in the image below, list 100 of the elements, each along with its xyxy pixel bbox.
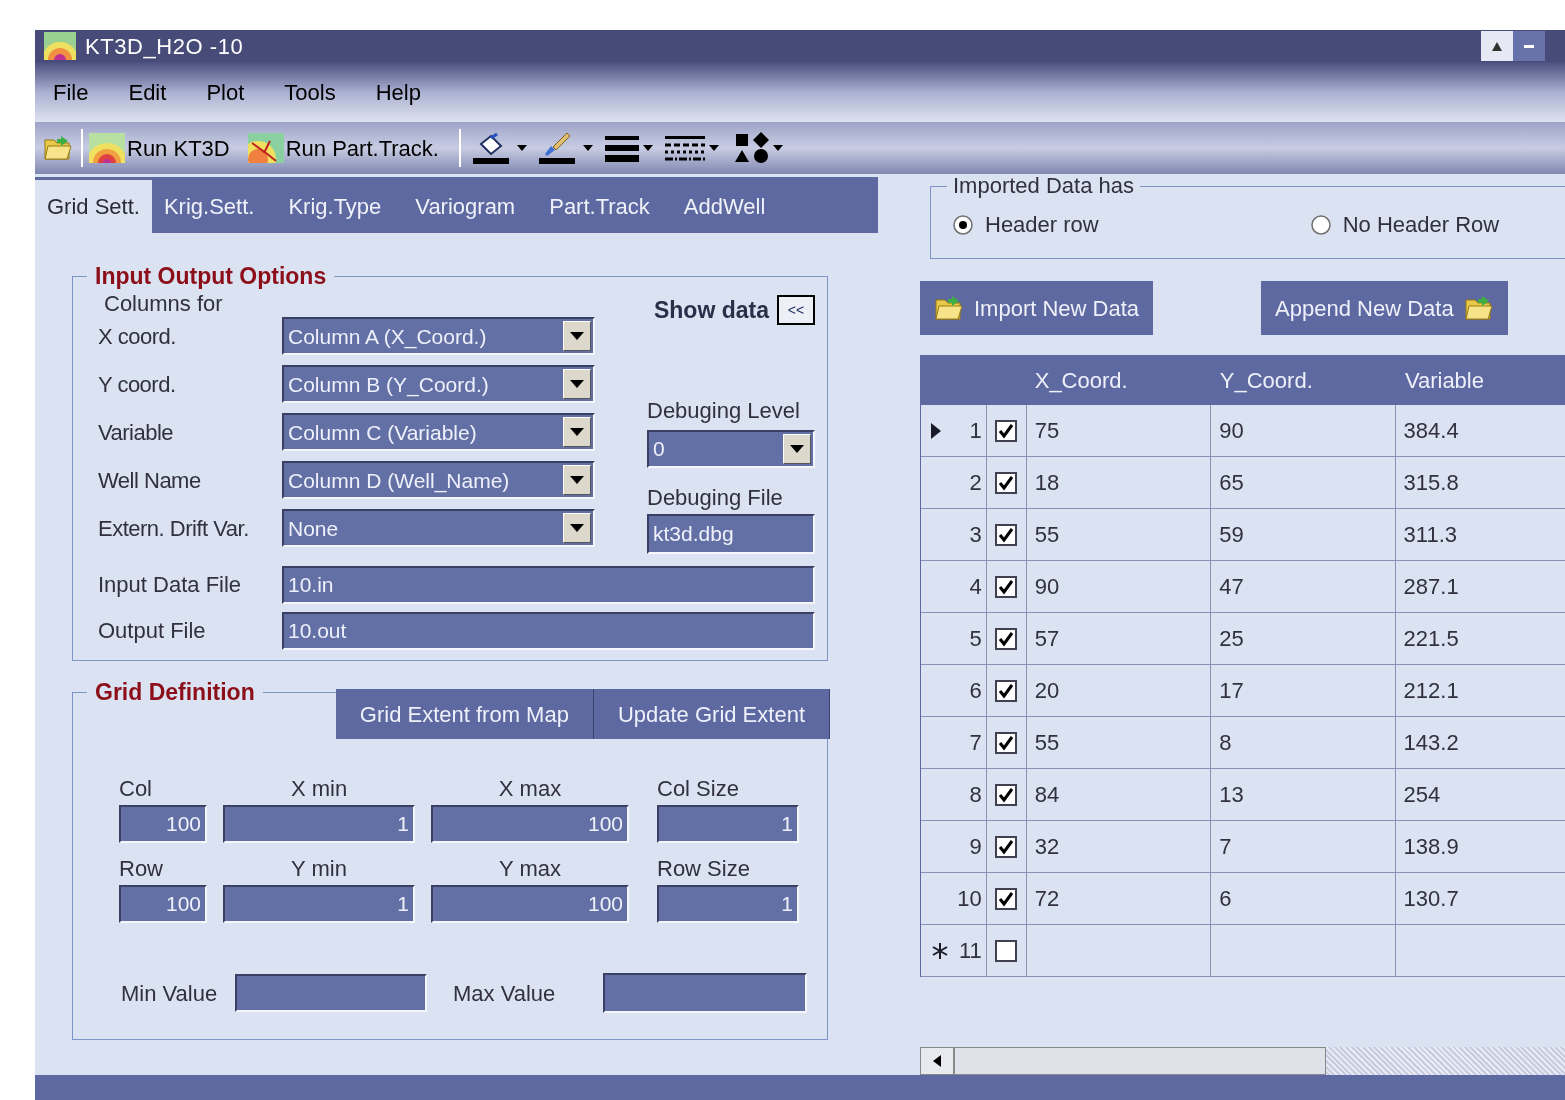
folder-icon <box>934 294 964 322</box>
dropdown-button[interactable] <box>563 465 591 495</box>
row-header[interactable]: 5 <box>921 613 987 664</box>
grid-value-field[interactable]: 1 <box>223 805 415 843</box>
grid-value-field[interactable]: 1 <box>223 885 415 923</box>
row-header[interactable]: 9 <box>921 821 987 872</box>
grid-value-field[interactable]: 100 <box>119 885 207 923</box>
column-dropdown[interactable]: None <box>282 509 595 547</box>
tab[interactable]: Krig.Sett. <box>151 180 267 233</box>
dropdown-button[interactable] <box>563 369 591 399</box>
grid-value-field[interactable]: 100 <box>119 805 207 843</box>
menu-item[interactable]: Help <box>375 75 421 109</box>
tab[interactable]: Grid Sett. <box>35 180 152 233</box>
min-value-field[interactable] <box>235 974 427 1012</box>
grid-extent-button[interactable]: Grid Extent from Map <box>335 689 594 739</box>
field-label: Col <box>119 775 152 803</box>
checkbox[interactable] <box>995 419 1018 442</box>
row-header[interactable]: 2 <box>921 457 987 508</box>
table-cell: 75 <box>1026 405 1212 456</box>
show-data-button[interactable]: << <box>777 295 815 326</box>
line-width-button[interactable] <box>604 133 653 163</box>
tab[interactable]: Krig.Type <box>276 180 394 233</box>
up-button[interactable] <box>1481 31 1513 61</box>
row-number: 11 <box>959 937 982 965</box>
row-header[interactable]: 6 <box>921 665 987 716</box>
table-cell: 143.2 <box>1395 717 1565 768</box>
row-number: 6 <box>969 677 982 705</box>
toolbar-button[interactable]: Run Part.Track. <box>247 131 439 165</box>
grid-extent-button[interactable]: Update Grid Extent <box>593 689 830 739</box>
scrollbar-thumb[interactable] <box>954 1047 1326 1075</box>
radio-button[interactable] <box>953 214 973 235</box>
open-button[interactable] <box>41 134 75 162</box>
file-field[interactable]: 10.out <box>282 611 815 650</box>
column-dropdown[interactable]: Column B (Y_Coord.) <box>282 365 595 403</box>
table-cell: 17 <box>1211 665 1396 716</box>
dropdown-button[interactable] <box>563 513 591 543</box>
row-header[interactable]: 4 <box>921 561 987 612</box>
table-cell: 55 <box>1026 509 1212 560</box>
field-label: Y min <box>291 855 347 883</box>
row-number: 7 <box>969 729 982 757</box>
radio-button[interactable] <box>1310 214 1331 235</box>
tab[interactable]: Part.Track <box>537 180 662 233</box>
row-number: 1 <box>969 417 982 445</box>
table-cell: 18 <box>1026 457 1212 508</box>
minimize-button[interactable] <box>1513 31 1545 61</box>
checkbox[interactable] <box>995 939 1018 962</box>
field-label: Output File <box>98 617 207 645</box>
marker-style-button[interactable] <box>734 132 783 164</box>
column-header[interactable]: Variable <box>1394 355 1565 405</box>
line-color-button[interactable] <box>538 130 593 166</box>
column-dropdown[interactable]: Column C (Variable) <box>282 413 595 451</box>
group-title: Imported Data has <box>947 174 1140 200</box>
checkbox[interactable] <box>995 523 1018 546</box>
line-style-button[interactable] <box>664 134 719 162</box>
field-label: Y max <box>499 855 561 883</box>
caret-icon <box>570 524 584 532</box>
checkbox[interactable] <box>995 783 1018 806</box>
grid-value-field[interactable]: 1 <box>657 885 799 923</box>
data-button[interactable]: Import New Data <box>920 281 1154 335</box>
column-header[interactable]: X_Coord. <box>1024 355 1210 405</box>
row-number: 10 <box>957 885 982 913</box>
tab[interactable]: AddWell <box>671 180 778 233</box>
grid-value-field[interactable]: 1 <box>657 805 799 843</box>
fill-color-button[interactable] <box>472 130 527 166</box>
table-cell: 20 <box>1026 665 1212 716</box>
row-header[interactable]: 1 <box>921 405 987 456</box>
debug-file-field[interactable]: kt3d.dbg <box>647 513 815 554</box>
dropdown-button[interactable] <box>563 321 591 351</box>
row-header[interactable]: 8 <box>921 769 987 820</box>
checkbox[interactable] <box>995 835 1018 858</box>
tab[interactable]: Variogram <box>403 180 528 233</box>
column-dropdown[interactable]: Column A (X_Coord.) <box>282 317 595 355</box>
menu-item[interactable]: File <box>53 75 89 109</box>
checkbox[interactable] <box>995 627 1018 650</box>
menu-item[interactable]: Edit <box>128 75 167 109</box>
data-button[interactable]: Append New Data <box>1261 281 1508 335</box>
row-header[interactable]: 7 <box>921 717 987 768</box>
debug-level-dropdown[interactable]: 0 <box>647 429 815 468</box>
column-header[interactable]: Y_Coord. <box>1209 355 1395 405</box>
row-header[interactable]: 10 <box>921 873 987 924</box>
field-label: Variable <box>98 418 175 447</box>
dropdown-button[interactable] <box>783 433 811 464</box>
column-dropdown[interactable]: Column D (Well_Name) <box>282 461 595 499</box>
checkbox[interactable] <box>995 887 1018 910</box>
checkbox[interactable] <box>995 471 1018 494</box>
file-field[interactable]: 10.in <box>282 565 815 604</box>
max-value-field[interactable] <box>603 973 807 1013</box>
table-cell: 212.1 <box>1395 665 1565 716</box>
menu-item[interactable]: Tools <box>284 75 336 109</box>
grid-value-field[interactable]: 100 <box>431 805 629 843</box>
checkbox[interactable] <box>995 679 1018 702</box>
grid-value-field[interactable]: 100 <box>431 885 629 923</box>
menu-item[interactable]: Plot <box>206 75 245 109</box>
checkbox[interactable] <box>995 731 1018 754</box>
table-cell: 7 <box>1211 821 1396 872</box>
row-header[interactable]: 11 <box>921 925 987 976</box>
horizontal-scrollbar[interactable] <box>920 1047 1565 1075</box>
row-header[interactable]: 3 <box>921 509 987 560</box>
checkbox[interactable] <box>995 575 1018 598</box>
dropdown-button[interactable] <box>563 417 591 447</box>
